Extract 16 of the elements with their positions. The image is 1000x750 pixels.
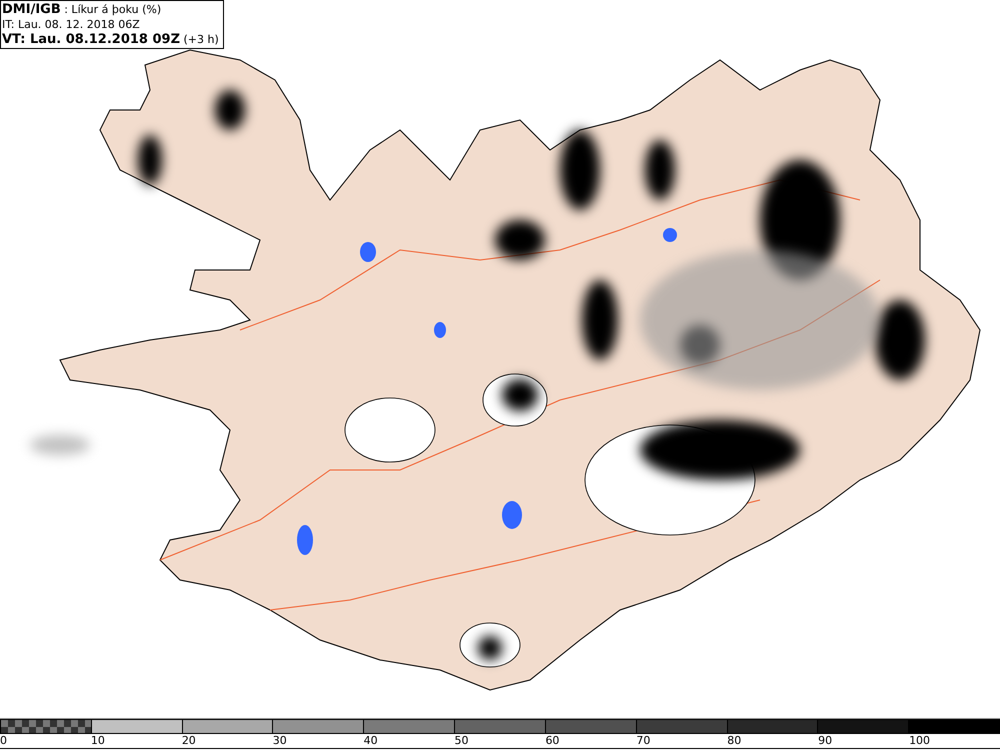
legend-label: 40	[364, 734, 378, 747]
legend-label: 60	[545, 734, 560, 747]
legend-label: 20	[182, 734, 196, 747]
legend-label: 50	[454, 734, 469, 747]
legend-label: 100	[909, 734, 930, 747]
legend-label: 70	[636, 734, 650, 747]
legend-label: 90	[818, 734, 832, 747]
legend-label: 80	[727, 734, 742, 747]
init-time: IT: Lau. 08. 12. 2018 06Z	[2, 17, 141, 32]
valid-time: VT: Lau. 08.12.2018 09Z	[2, 32, 180, 47]
lead-time: (+3 h)	[184, 33, 219, 46]
legend-label: 30	[272, 734, 287, 747]
legend-label: 0	[0, 734, 7, 747]
legend-label: 10	[90, 734, 105, 747]
map-title: : Líkur á þoku (%)	[64, 3, 162, 16]
source-label: DMI/IGB	[2, 2, 61, 17]
